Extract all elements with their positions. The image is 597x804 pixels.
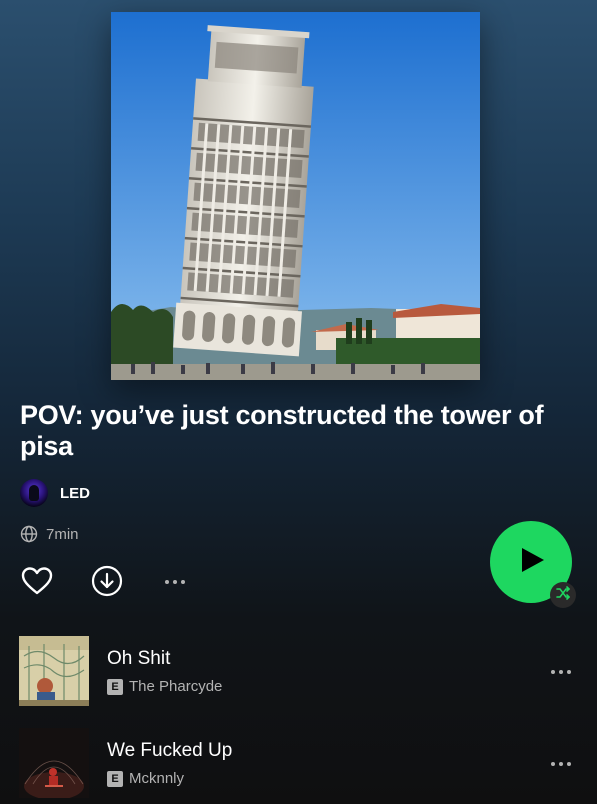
- track-row[interactable]: Oh Shit E The Pharcyde: [0, 636, 597, 708]
- playlist-cover-image: [111, 12, 480, 380]
- play-icon: [516, 545, 546, 580]
- track-row[interactable]: We Fucked Up E Mcknnly: [0, 728, 597, 800]
- playlist-duration: 7min: [46, 525, 79, 543]
- playlist-meta: 7min: [20, 525, 79, 543]
- track-artist[interactable]: The Pharcyde: [129, 678, 222, 695]
- track-artwork: [19, 636, 89, 706]
- track-subtitle: E Mcknnly: [107, 770, 184, 787]
- owner-name[interactable]: LED: [60, 485, 90, 502]
- heart-icon: [21, 566, 53, 601]
- owner-avatar[interactable]: [20, 479, 48, 507]
- track-title[interactable]: We Fucked Up: [107, 740, 232, 762]
- track-subtitle: E The Pharcyde: [107, 678, 222, 695]
- track-more-button[interactable]: [548, 662, 574, 682]
- more-options-icon: [551, 670, 571, 674]
- explicit-badge: E: [107, 770, 123, 787]
- more-options-button[interactable]: [160, 572, 190, 592]
- shuffle-icon: [556, 585, 571, 605]
- shuffle-button[interactable]: [550, 582, 576, 608]
- download-button[interactable]: [90, 565, 124, 602]
- like-button[interactable]: [20, 566, 54, 600]
- playlist-title: POV: you’ve just constructed the tower o…: [20, 400, 544, 461]
- playlist-owner[interactable]: LED: [20, 479, 90, 507]
- explicit-badge: E: [107, 678, 123, 695]
- globe-icon: [20, 525, 38, 543]
- track-artist[interactable]: Mcknnly: [129, 770, 184, 787]
- track-title[interactable]: Oh Shit: [107, 648, 170, 670]
- download-icon: [91, 565, 123, 602]
- more-options-icon: [165, 580, 185, 584]
- track-more-button[interactable]: [548, 754, 574, 774]
- track-artwork: [19, 728, 89, 798]
- more-options-icon: [551, 762, 571, 766]
